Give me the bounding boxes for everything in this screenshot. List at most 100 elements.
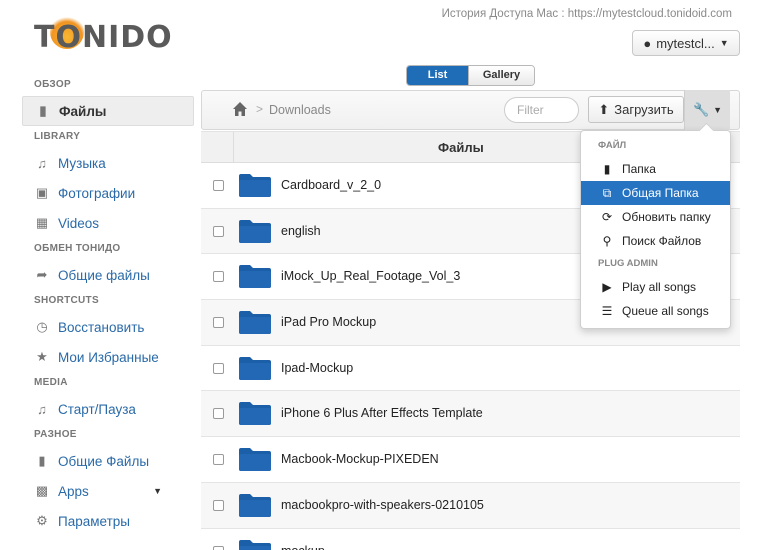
share-icon: ➦ bbox=[36, 267, 48, 282]
folder-icon bbox=[239, 402, 271, 426]
sidebar-section-title: SHORTCUTS bbox=[34, 295, 99, 306]
sidebar-item-files[interactable]: ▮ Файлы bbox=[22, 96, 194, 126]
sidebar-item-videos[interactable]: ▦ Videos bbox=[22, 208, 194, 238]
sidebar-item-settings[interactable]: ⚙ Параметры bbox=[22, 506, 194, 536]
refresh-icon: ⟳ bbox=[601, 210, 613, 224]
wrench-icon: 🔧 bbox=[692, 102, 710, 117]
file-name[interactable]: iPhone 6 Plus After Effects Template bbox=[281, 406, 483, 420]
row-checkbox[interactable] bbox=[213, 545, 224, 550]
menu-item-label: Queue all songs bbox=[622, 304, 709, 318]
view-toggle: List Gallery bbox=[406, 65, 535, 86]
sidebar-item-label: Apps bbox=[58, 483, 89, 499]
sidebar-item-shared-files[interactable]: ➦ Общие файлы bbox=[22, 260, 194, 290]
file-name[interactable]: mockup bbox=[281, 544, 325, 550]
menu-item-share-folder[interactable]: ⧉ Общая Папка bbox=[581, 181, 730, 205]
sidebar-item-label: Музыка bbox=[58, 155, 106, 171]
row-checkbox[interactable] bbox=[213, 362, 224, 374]
menu-item-new-folder[interactable]: ▮ Папка bbox=[581, 157, 730, 181]
star-icon: ★ bbox=[36, 349, 48, 364]
menu-item-search-files[interactable]: ⚲ Поиск Файлов bbox=[581, 229, 730, 253]
user-icon: ● bbox=[643, 35, 652, 51]
folder-icon bbox=[239, 219, 271, 243]
file-name[interactable]: iPad Pro Mockup bbox=[281, 315, 376, 329]
logo-text: TONIDO bbox=[34, 20, 173, 55]
breadcrumb[interactable]: Downloads bbox=[269, 103, 331, 117]
folder-icon: ▮ bbox=[603, 162, 611, 176]
row-checkbox[interactable] bbox=[213, 408, 224, 420]
filter-input[interactable] bbox=[504, 97, 579, 123]
home-icon[interactable] bbox=[232, 101, 248, 117]
file-name[interactable]: macbookpro-with-speakers-0210105 bbox=[281, 498, 484, 512]
breadcrumb-separator: > bbox=[256, 102, 264, 116]
file-name[interactable]: english bbox=[281, 224, 321, 238]
list-icon: ☰ bbox=[601, 304, 613, 318]
sidebar-section-title: ОБМЕН ТОНИДО bbox=[34, 243, 121, 254]
row-checkbox[interactable] bbox=[213, 499, 224, 511]
menu-item-label: Общая Папка bbox=[622, 186, 699, 200]
row-checkbox[interactable] bbox=[213, 225, 224, 237]
sidebar-item-photos[interactable]: ▣ Фотографии bbox=[22, 178, 194, 208]
sidebar-section-title: MEDIA bbox=[34, 377, 68, 388]
row-checkbox[interactable] bbox=[213, 271, 224, 283]
folder-icon bbox=[239, 539, 271, 550]
video-camera-icon: ▮ bbox=[38, 453, 46, 468]
menu-item-play-all-songs[interactable]: ▶ Play all songs bbox=[581, 275, 730, 299]
table-row[interactable]: iPhone 6 Plus After Effects Template bbox=[201, 391, 740, 438]
row-checkbox[interactable] bbox=[213, 317, 224, 329]
gallery-view-button[interactable]: Gallery bbox=[468, 66, 534, 85]
sidebar-item-favorites[interactable]: ★ Мои Избранные bbox=[22, 342, 194, 372]
table-row[interactable]: macbookpro-with-speakers-0210105 bbox=[201, 482, 740, 529]
chevron-down-icon: ▼ bbox=[719, 38, 729, 48]
upload-label: Загрузить bbox=[614, 102, 674, 117]
clock-icon: ◷ bbox=[36, 319, 48, 334]
sidebar-section-title: ОБЗОР bbox=[34, 79, 71, 90]
file-name[interactable]: iMock_Up_Real_Footage_Vol_3 bbox=[281, 269, 460, 283]
sidebar-item-shared-files-2[interactable]: ▮ Общие Файлы bbox=[22, 446, 194, 476]
sidebar-item-label: Общие Файлы bbox=[58, 453, 150, 469]
menu-item-label: Обновить папку bbox=[622, 210, 711, 224]
access-history-text: История Доступа Mac : https://mytestclou… bbox=[441, 8, 732, 20]
folder-icon bbox=[239, 174, 271, 197]
file-name[interactable]: Macbook-Mockup-PIXEDEN bbox=[281, 452, 439, 466]
music-icon: ♫ bbox=[37, 155, 47, 171]
sidebar-item-apps[interactable]: ▩ Apps ▼ bbox=[22, 476, 194, 506]
folder-icon: ▮ bbox=[39, 103, 47, 118]
menu-item-refresh-folder[interactable]: ⟳ Обновить папку bbox=[581, 205, 730, 229]
sidebar-item-label: Мои Избранные bbox=[58, 349, 159, 365]
menu-group-title: ФАЙЛ bbox=[598, 140, 627, 151]
table-row[interactable]: Macbook-Mockup-PIXEDEN bbox=[201, 437, 740, 483]
menu-item-queue-all-songs[interactable]: ☰ Queue all songs bbox=[581, 299, 730, 323]
file-toolbar: > Downloads ⬆ Загрузить 🔧 ▼ bbox=[201, 90, 740, 130]
external-link-icon: ⧉ bbox=[602, 185, 612, 200]
user-menu-button[interactable]: ● mytestcl... ▼ bbox=[632, 30, 740, 56]
folder-icon bbox=[239, 356, 271, 380]
folder-icon bbox=[239, 493, 271, 517]
tools-dropdown-menu: ФАЙЛ ▮ Папка ⧉ Общая Папка ⟳ Обновить па… bbox=[580, 130, 731, 329]
tonido-logo: TONIDO bbox=[34, 14, 172, 55]
sidebar-item-label: Старт/Пауза bbox=[58, 401, 136, 417]
menu-group-title: PLUG ADMIN bbox=[598, 258, 658, 269]
upload-button[interactable]: ⬆ Загрузить bbox=[588, 96, 684, 123]
table-row[interactable]: Ipad-Mockup bbox=[201, 346, 740, 392]
sidebar-item-play-pause[interactable]: ♫ Старт/Пауза bbox=[22, 394, 194, 424]
chevron-down-icon: ▼ bbox=[713, 105, 723, 115]
caret-down-icon: ▼ bbox=[153, 486, 162, 496]
play-icon: ▶ bbox=[602, 280, 612, 294]
folder-icon bbox=[239, 265, 271, 289]
column-header-files[interactable]: Файлы bbox=[438, 140, 484, 155]
sidebar-item-restore[interactable]: ◷ Восстановить bbox=[22, 312, 194, 342]
row-checkbox[interactable] bbox=[213, 180, 224, 191]
search-icon: ⚲ bbox=[602, 234, 612, 248]
upload-icon: ⬆ bbox=[598, 101, 610, 117]
row-checkbox[interactable] bbox=[213, 454, 224, 466]
file-name[interactable]: Cardboard_v_2_0 bbox=[281, 178, 381, 192]
sidebar-item-label: Восстановить bbox=[58, 319, 145, 335]
music-icon: ♫ bbox=[37, 401, 47, 417]
list-view-button[interactable]: List bbox=[407, 66, 468, 85]
table-row[interactable]: mockup bbox=[201, 529, 740, 550]
sidebar-item-music[interactable]: ♫ Музыка bbox=[22, 148, 194, 178]
folder-icon bbox=[239, 311, 271, 335]
film-icon: ▦ bbox=[35, 215, 49, 230]
file-name[interactable]: Ipad-Mockup bbox=[281, 361, 353, 375]
folder-icon bbox=[239, 448, 271, 472]
